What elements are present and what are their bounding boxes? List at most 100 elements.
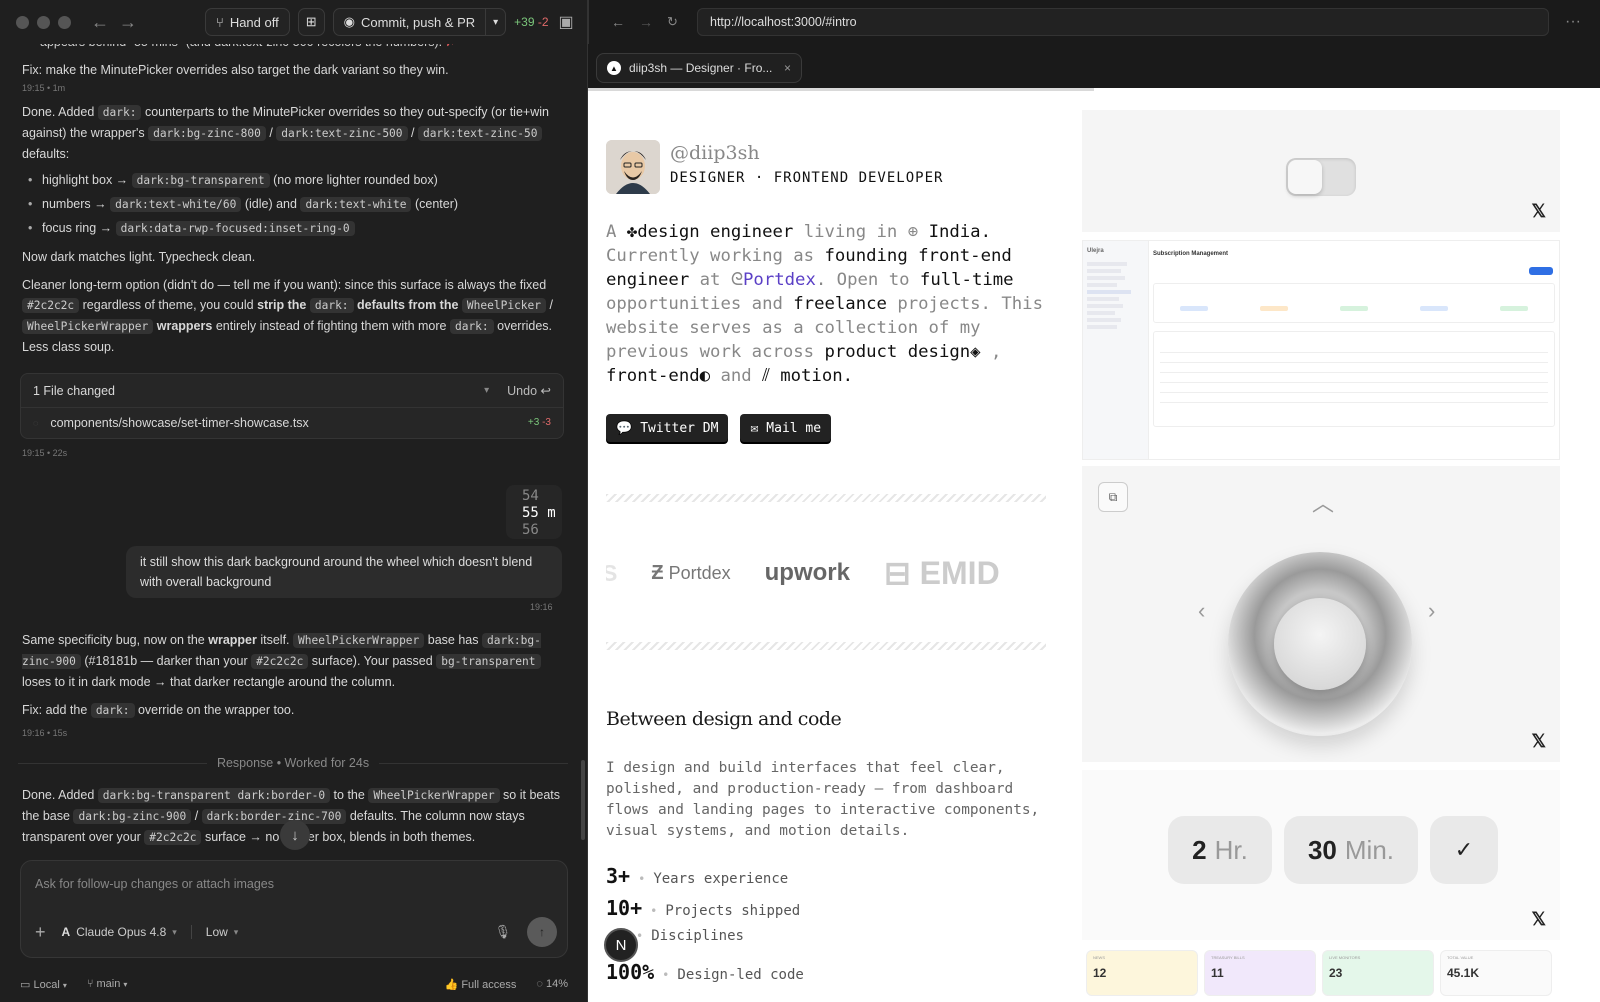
more-options-icon[interactable]: ··· (1565, 13, 1581, 31)
status-bar: ▭ Local ▾ ⑂ main ▾ 👍 Full access ◌ 14% (0, 966, 587, 1002)
back-arrow-icon[interactable]: ← (91, 12, 109, 33)
product-design-icon: ◈ (970, 342, 981, 362)
toggle-switch[interactable] (1286, 158, 1356, 196)
undo-button[interactable]: Undo ↩ (507, 381, 551, 401)
assistant-message: Fix: add the dark: override on the wrapp… (22, 703, 295, 718)
zoom-window-button[interactable] (58, 15, 71, 29)
confirm-time-button[interactable]: ✓ (1430, 816, 1498, 884)
chevron-down-icon: ▾ (123, 980, 128, 989)
n-badge[interactable]: N (604, 928, 638, 962)
scrollbar[interactable] (581, 760, 585, 840)
arrow-down-icon: ↓ (291, 826, 299, 844)
chevron-down-icon[interactable]: ▾ (484, 381, 489, 401)
changed-file-row[interactable]: ◌ components/showcase/set-timer-showcase… (21, 408, 563, 438)
scroll-to-bottom-button[interactable]: ↓ (280, 820, 310, 850)
sidebar-toggle-icon[interactable]: ▣ (559, 12, 574, 32)
chat-bubble-icon: 💬 (616, 420, 633, 436)
x-icon[interactable]: 𝕏 (1531, 201, 1546, 222)
tab-strip: ▲ diip3sh — Designer · Fro... × (588, 44, 1600, 90)
file-changes-title: 1 File changed (33, 383, 116, 398)
dashboard-sidebar: Ulejra (1083, 241, 1149, 459)
mail-me-button[interactable]: ✉ Mail me (740, 414, 832, 442)
effort-selector[interactable]: Low ▾ (206, 925, 239, 939)
close-window-button[interactable] (16, 15, 29, 29)
thumbs-up-icon: 👍 (444, 978, 459, 991)
divider (606, 494, 1046, 502)
chevron-left-icon[interactable]: ‹ (1198, 598, 1205, 624)
microphone-icon[interactable]: 🎙 (494, 924, 511, 940)
logo-emid: ⊟ EMID (883, 555, 1000, 591)
anthropic-icon: A (61, 925, 71, 939)
stat-row: 100% • Design-led code (606, 960, 804, 984)
browser-tab[interactable]: ▲ diip3sh — Designer · Fro... × (596, 53, 802, 83)
url-bar[interactable]: http://localhost:3000/#intro (697, 8, 1549, 36)
copy-button[interactable]: ⧉ (1098, 482, 1128, 512)
dashboard-title: Subscription Management (1153, 251, 1229, 257)
showcase-dashboard: Ulejra Subscription Management (1082, 240, 1560, 460)
fix-text: Fix: make the MinutePicker overrides als… (22, 63, 449, 77)
x-icon[interactable]: 𝕏 (1531, 909, 1546, 930)
intro-paragraph: A ✤design engineer living in ⊕ India. Cu… (606, 222, 1043, 386)
front-end-icon: ◐ (699, 366, 711, 386)
arrow-up-icon: ↑ (539, 925, 545, 939)
chevron-down-icon: ▾ (233, 926, 239, 937)
file-changes-header[interactable]: 1 File changed ▾ Undo ↩ (21, 374, 563, 408)
minimize-window-button[interactable] (37, 15, 50, 29)
close-tab-icon[interactable]: × (784, 61, 791, 75)
list-item: numbers → dark:text-white/60 (idle) and … (28, 194, 562, 215)
user-message: it still show this dark background aroun… (126, 546, 562, 598)
forward-arrow-icon[interactable]: → (119, 12, 137, 33)
undo-icon: ↩ (540, 383, 551, 398)
divider (606, 642, 1046, 650)
scroll-progress (588, 88, 1094, 91)
hours-picker[interactable]: 2 Hr. (1168, 816, 1272, 884)
x-icon[interactable]: 𝕏 (1531, 731, 1546, 752)
hand-off-button[interactable]: ⑂ Hand off (205, 8, 290, 36)
back-icon[interactable]: ← (611, 14, 625, 30)
github-icon: ◉ (343, 14, 355, 29)
control-knob[interactable] (1228, 552, 1412, 736)
mail-icon: ✉ (750, 420, 759, 436)
composer-input[interactable]: Ask for follow-up changes or attach imag… (35, 877, 274, 891)
environment-selector[interactable]: ▭ Local ▾ (20, 978, 67, 991)
stat-row: 10+ • Projects shipped (606, 896, 801, 920)
chevron-up-icon[interactable]: ︿ (1312, 486, 1334, 518)
chat-transcript-lower: #left .lw code{background:#333;color:#cc… (22, 630, 562, 848)
branch-selector[interactable]: ⑂ main ▾ (87, 978, 128, 990)
attached-image-thumbnail[interactable]: 54 55 m 56 (506, 485, 562, 539)
tab-title: diip3sh — Designer · Fro... (629, 61, 773, 75)
stat-card: LIVE MONITORS 23 (1322, 950, 1434, 996)
list-item: highlight box → dark:bg-transparent (no … (28, 170, 562, 191)
reload-icon[interactable]: ↻ (667, 14, 678, 30)
commit-options-button[interactable]: ▾ (486, 8, 507, 36)
laptop-icon: ▭ (20, 978, 31, 991)
web-page: @diip3sh DESIGNER · FRONTEND DEVELOPER A… (588, 88, 1600, 1002)
progress-ring-icon: ◌ (536, 978, 543, 990)
commit-button[interactable]: ◉ Commit, push & PR (332, 8, 487, 36)
minutes-picker[interactable]: 30 Min. (1284, 816, 1418, 884)
chevron-down-icon: ▾ (493, 16, 499, 28)
twitter-dm-button[interactable]: 💬 Twitter DM (606, 414, 729, 442)
stat-card: NEWS 12 (1086, 950, 1198, 996)
portdex-icon: ᘓ (730, 270, 744, 290)
model-selector[interactable]: A Claude Opus 4.8 ▾ (62, 925, 177, 939)
chevron-right-icon[interactable]: › (1428, 598, 1435, 624)
globe-icon: ⊕ (907, 222, 919, 242)
file-diffstat: +3 -3 (527, 417, 551, 428)
file-path: components/showcase/set-timer-showcase.t… (50, 416, 309, 430)
chevron-down-icon: ▾ (62, 980, 67, 990)
showcase-knob: ⧉ ︿ ‹ › ﹀ 𝕏 (1082, 466, 1560, 762)
section-title: Between design and code (606, 708, 842, 730)
access-level[interactable]: 👍 Full access (445, 978, 517, 991)
add-attachment-button[interactable]: + (35, 922, 46, 943)
diffstat: +39 -2 (514, 15, 549, 29)
forward-icon[interactable]: → (639, 14, 653, 30)
send-button[interactable]: ↑ (527, 917, 557, 947)
thumb-line: 54 (522, 488, 539, 504)
showcase-stat-cards: NEWS 12 TREASURY BILLS 11 LIVE MONITORS 23 … (1082, 946, 1560, 1002)
branch-icon: ⑂ (216, 14, 224, 30)
portdex-link[interactable]: Portdex (743, 270, 816, 290)
grid-button[interactable]: ⊞ (297, 8, 325, 36)
assistant-message: Cleaner long-term option (didn't do — te… (22, 278, 553, 354)
dashboard-create-button[interactable] (1529, 267, 1553, 275)
